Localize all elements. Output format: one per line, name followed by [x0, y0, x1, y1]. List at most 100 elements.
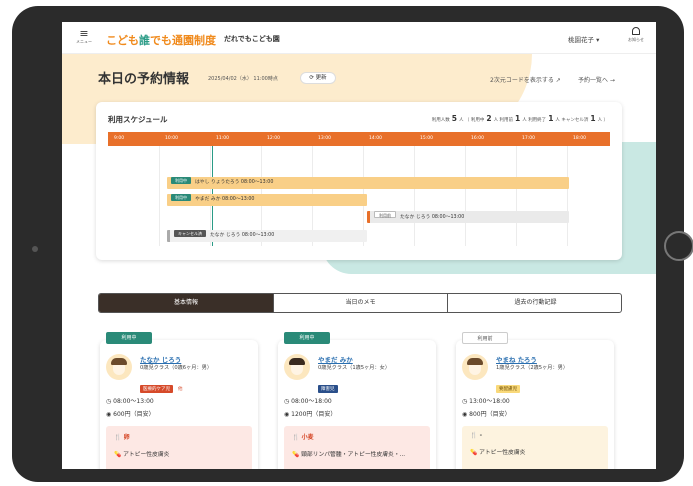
hour-label: 15:00 — [420, 136, 433, 141]
bar-text: たなか じろう 08:00〜13:00 — [210, 233, 275, 238]
child-name[interactable]: やまね たろう — [496, 354, 537, 364]
page-title: 本日の予約情報 — [98, 72, 190, 87]
reservation-time: ◷ 08:00〜18:00 — [284, 398, 332, 405]
count-value-cancelled: 1 — [590, 114, 596, 123]
facility-name: だれでもこども園 — [224, 35, 280, 43]
user-menu[interactable]: 桃園花子 ▾ — [568, 34, 599, 44]
status-badge: 利用中 — [284, 332, 330, 344]
disease-text: 頸部リンパ管腫・アトピー性皮膚炎・... — [301, 452, 406, 458]
info-tabs: 基本情報 当日のメモ 過去の行動記録 — [98, 293, 622, 313]
health-info-box: 🍴 卵 💊 アトピー性皮膚炎 — [106, 426, 252, 469]
schedule-title: 利用スケジュール — [108, 115, 168, 124]
hour-label: 9:00 — [114, 136, 125, 141]
allergy-info: 🍴 小麦 — [292, 432, 422, 441]
count-label-finished: 利用終了 — [528, 118, 547, 123]
as-of-time: 2025/04/02（水） 11:00時点 — [208, 76, 278, 82]
schedule-bar[interactable]: 利用前 たなか じろう 08:00〜13:00 — [367, 211, 569, 223]
bar-status-badge: 利用前 — [374, 211, 396, 218]
count-unit: 人 — [522, 118, 527, 123]
avatar — [106, 354, 132, 380]
fee-estimate: ◉ 600円（目安） — [106, 411, 155, 418]
tag-list: 医療的ケア児他 — [140, 375, 188, 394]
fee-estimate: ◉ 800円（目安） — [462, 411, 511, 418]
child-card[interactable]: 利用前 やまね たろう 1歳児クラス（2歳5ヶ月：男） 要配慮児 ◷ 13:00… — [456, 332, 614, 469]
qr-code-link[interactable]: 2次元コードを表示する ↗ — [490, 75, 561, 84]
grid-line — [567, 146, 568, 246]
bar-status-badge: 利用中 — [171, 194, 191, 201]
allergy-text: 卵 — [123, 434, 130, 441]
grid-line — [159, 146, 160, 246]
hour-label: 12:00 — [267, 136, 280, 141]
hour-label: 18:00 — [573, 136, 586, 141]
home-button[interactable] — [664, 231, 693, 261]
reservation-time: ◷ 08:00〜13:00 — [106, 398, 154, 405]
child-name[interactable]: たなか じろう — [140, 354, 181, 364]
count-label-using: 利用中 — [470, 118, 485, 123]
status-badge: 利用中 — [106, 332, 152, 344]
health-info-box: 🍴 小麦 💊 頸部リンパ管腫・アトピー性皮膚炎・... — [284, 426, 430, 469]
disease-info: 💊 頸部リンパ管腫・アトピー性皮膚炎・... — [292, 449, 422, 458]
bar-text: やまだ みか 08:00〜13:00 — [195, 197, 255, 202]
bar-text: はやし りょうたろう 08:00〜13:00 — [195, 180, 274, 185]
count-unit: 人 — [555, 118, 560, 123]
count-value-total: 5 — [451, 114, 457, 123]
care-tag: 要配慮児 — [496, 385, 520, 393]
app-logo[interactable]: こども誰でも通園制度 — [106, 32, 216, 48]
tab-daily-memo[interactable]: 当日のメモ — [273, 294, 447, 312]
child-card[interactable]: 利用中 やまだ みか 0歳児クラス（1歳5ヶ月：女） 障害児 ◷ 08:00〜1… — [278, 332, 436, 469]
count-label-total: 利用人数 — [431, 118, 450, 123]
hour-label: 10:00 — [165, 136, 178, 141]
hour-label: 16:00 — [471, 136, 484, 141]
allergy-text: 小麦 — [301, 434, 314, 441]
child-class: 0歳児クラス（0歳6ヶ月：男） — [140, 365, 213, 371]
count-label-cancelled: キャンセル済 — [561, 118, 589, 123]
child-card[interactable]: 利用中 たなか じろう 0歳児クラス（0歳6ヶ月：男） 医療的ケア児他 ◷ 08… — [100, 332, 258, 469]
capsule-icon: 💊 — [114, 452, 122, 458]
count-label-before: 利用前 — [499, 118, 514, 123]
care-tag: 医療的ケア児 — [140, 385, 173, 393]
capsule-icon: 💊 — [292, 452, 300, 458]
disease-info: 💊 アトピー性皮膚炎 — [114, 449, 244, 458]
schedule-bar[interactable]: 利用中 はやし りょうたろう 08:00〜13:00 — [167, 177, 569, 189]
schedule-bar[interactable]: 利用中 やまだ みか 08:00〜13:00 — [167, 194, 367, 206]
timeline: 9:00 10:00 11:00 12:00 13:00 14:00 15:00… — [108, 132, 610, 246]
tab-activity-history[interactable]: 過去の行動記録 — [447, 294, 621, 312]
notifications-label: お知らせ — [628, 37, 644, 42]
tab-basic-info[interactable]: 基本情報 — [99, 294, 273, 312]
reservation-list-link[interactable]: 予約一覧へ → — [578, 75, 615, 84]
avatar — [462, 354, 488, 380]
grid-line — [414, 146, 415, 246]
tag-list: 要配慮児 — [496, 375, 522, 394]
app-screen: ≡ メニュー こども誰でも通園制度 だれでもこども園 桃園花子 ▾ お知らせ 本… — [62, 22, 656, 469]
schedule-panel: 利用スケジュール 利用人数 5 人 （ 利用中 2 人 利用前 1 人 利用終了 1 人 キャン… — [96, 102, 622, 260]
status-badge: 利用前 — [462, 332, 508, 344]
bar-text: たなか じろう 08:00〜13:00 — [400, 215, 465, 220]
tag-list: 障害児 — [318, 375, 340, 394]
bell-icon — [632, 27, 640, 35]
refresh-button[interactable]: ⟳ 更新 — [300, 72, 336, 84]
hour-label: 17:00 — [522, 136, 535, 141]
notifications-button[interactable]: お知らせ — [624, 27, 648, 43]
status-counts: 利用人数 5 人 （ 利用中 2 人 利用前 1 人 利用終了 1 人 キャンセル済 1 人 ） — [431, 114, 608, 123]
logo-text-3: でも通園制度 — [150, 34, 216, 47]
care-tag: 障害児 — [318, 385, 338, 393]
schedule-bar[interactable]: キャンセル済 たなか じろう 08:00〜13:00 — [167, 230, 367, 242]
care-tag: 他 — [178, 387, 183, 392]
hour-label: 14:00 — [369, 136, 382, 141]
child-name[interactable]: やまだ みか — [318, 354, 353, 364]
grid-line — [516, 146, 517, 246]
avatar — [284, 354, 310, 380]
logo-text-1: こども — [106, 34, 139, 47]
count-value-finished: 1 — [548, 114, 554, 123]
allergy-info: 🍴 - — [470, 432, 600, 439]
menu-button[interactable]: ≡ メニュー — [74, 28, 94, 45]
hour-label: 13:00 — [318, 136, 331, 141]
reservation-time: ◷ 13:00〜18:00 — [462, 398, 510, 405]
allergy-text: - — [479, 432, 483, 439]
child-class: 1歳児クラス（2歳5ヶ月：男） — [496, 365, 569, 371]
count-unit: 人 — [459, 118, 464, 123]
hour-label: 11:00 — [216, 136, 229, 141]
count-value-before: 1 — [515, 114, 521, 123]
fork-icon: 🍴 — [114, 434, 122, 441]
fork-icon: 🍴 — [292, 434, 300, 441]
